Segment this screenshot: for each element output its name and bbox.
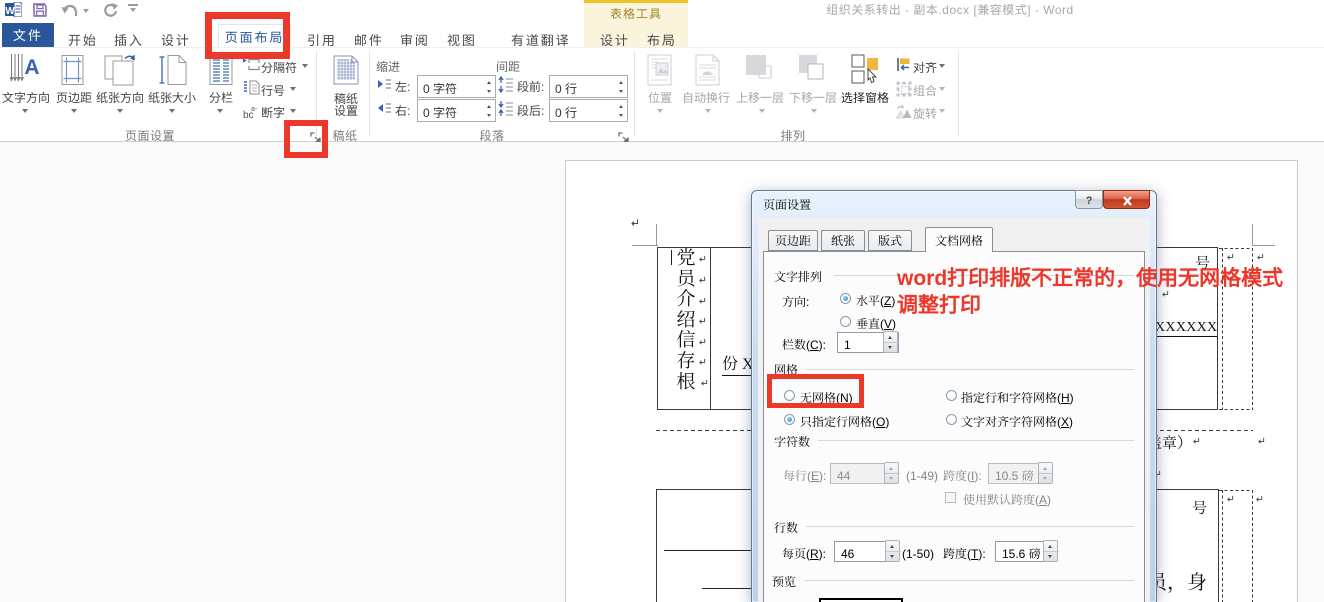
svg-text:A: A <box>24 56 39 79</box>
svg-text:W: W <box>5 6 15 17</box>
svg-text:bc: bc <box>243 110 254 119</box>
